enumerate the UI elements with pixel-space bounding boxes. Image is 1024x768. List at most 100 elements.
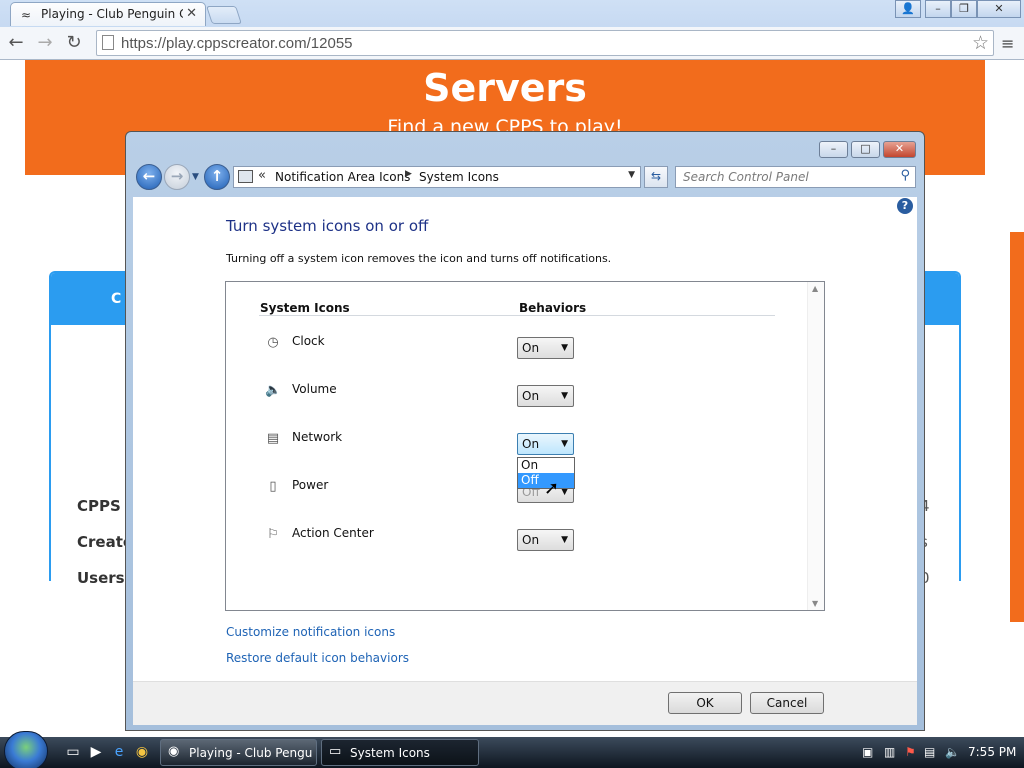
- chevron-down-icon: ▼: [561, 391, 568, 401]
- action-center-icon[interactable]: ⚑: [905, 745, 916, 759]
- header-divider: [259, 315, 775, 316]
- breadcrumb-notification-area-icons[interactable]: Notification Area Icons: [275, 170, 410, 184]
- restore-button[interactable]: ❐: [951, 0, 977, 18]
- forward-icon[interactable]: →: [34, 32, 56, 53]
- breadcrumb-system-icons[interactable]: System Icons: [419, 170, 499, 184]
- action-center-behavior-select[interactable]: On ▼: [517, 529, 574, 551]
- taskbar-button-system-icons[interactable]: ▭ System Icons: [321, 739, 479, 766]
- network-behavior-select[interactable]: On ▼: [517, 433, 574, 455]
- row-label-network: Network: [292, 430, 343, 444]
- battery-icon: ▯: [269, 479, 277, 494]
- chevron-down-icon: ▼: [561, 343, 568, 353]
- volume-behavior-select[interactable]: On ▼: [517, 385, 574, 407]
- flag-icon: ⚐: [267, 527, 279, 542]
- wifi-icon: ≈: [21, 8, 32, 22]
- internet-explorer-icon[interactable]: e: [110, 744, 128, 761]
- chrome-icon: ◉: [168, 744, 180, 759]
- info-label: Users: [77, 569, 125, 587]
- search-placeholder: Search Control Panel: [683, 170, 809, 184]
- select-value: On: [522, 389, 540, 403]
- control-panel-icon: [238, 170, 253, 183]
- taskbar-button-label: System Icons: [350, 746, 430, 760]
- back-icon[interactable]: ←: [136, 164, 162, 190]
- option-on[interactable]: On: [518, 458, 574, 473]
- chevron-down-icon: ▼: [561, 535, 568, 545]
- back-icon[interactable]: ←: [5, 32, 27, 53]
- address-bar[interactable]: « Notification Area Icons ▶ System Icons…: [233, 166, 641, 188]
- mouse-cursor-icon: ➚: [544, 478, 560, 499]
- network-icon: ▤: [266, 431, 280, 446]
- row-label-clock: Clock: [292, 334, 325, 348]
- ok-button[interactable]: OK: [668, 692, 742, 714]
- row-label-power: Power: [292, 478, 329, 492]
- side-accent-strip: [1010, 232, 1024, 622]
- system-icons-window: – □ ✕ ← → ▼ ↑ « Notification Area Icons …: [125, 131, 925, 731]
- dialog-footer: OK Cancel: [133, 681, 917, 725]
- page-icon: [102, 35, 114, 50]
- forward-icon[interactable]: →: [164, 164, 190, 190]
- menu-icon[interactable]: ≡: [1001, 34, 1014, 53]
- row-label-action-center: Action Center: [292, 526, 374, 540]
- system-icons-list: System Icons Behaviors ◷ Clock On ▼ 🔈 Vo…: [225, 281, 825, 611]
- maximize-button[interactable]: □: [851, 141, 880, 158]
- customize-notification-icons-link[interactable]: Customize notification icons: [226, 625, 395, 639]
- select-value: On: [522, 533, 540, 547]
- close-window-button[interactable]: ✕: [977, 0, 1021, 18]
- vertical-scrollbar[interactable]: ▲ ▼: [807, 282, 824, 610]
- column-header-behaviors: Behaviors: [519, 301, 587, 315]
- info-label: CPPS: [77, 497, 121, 515]
- minimize-button[interactable]: –: [925, 0, 951, 18]
- column-header-system-icons: System Icons: [260, 301, 350, 315]
- chevron-down-icon: ▼: [561, 439, 568, 449]
- chevron-down-icon[interactable]: ▼: [628, 170, 635, 180]
- tray-app-icon[interactable]: ▣: [862, 745, 873, 759]
- new-tab-button[interactable]: [206, 6, 242, 24]
- speaker-icon: 🔈: [265, 383, 282, 398]
- taskbar-button-label: Playing - Club Pengu...: [189, 746, 313, 760]
- chrome-icon[interactable]: ◉: [133, 744, 151, 761]
- clock[interactable]: 7:55 PM: [968, 745, 1016, 759]
- minimize-button[interactable]: –: [819, 141, 848, 158]
- address-bar[interactable]: https://play.cppscreator.com/12055 ☆: [96, 30, 994, 56]
- browser-toolbar: ← → ↻ https://play.cppscreator.com/12055…: [0, 27, 1024, 60]
- media-player-icon[interactable]: ▶: [87, 744, 105, 761]
- close-tab-icon[interactable]: ✕: [186, 6, 197, 21]
- select-value: On: [522, 341, 540, 355]
- select-value: On: [522, 437, 540, 451]
- clock-icon: ◷: [267, 335, 279, 350]
- close-button[interactable]: ✕: [883, 141, 916, 158]
- tray-network-icon[interactable]: ▥: [884, 745, 895, 759]
- refresh-button[interactable]: ⇆: [644, 166, 668, 188]
- taskbar-button-chrome[interactable]: ◉ Playing - Club Pengu...: [160, 739, 317, 766]
- scroll-up-icon[interactable]: ▲: [812, 284, 818, 293]
- network-icon[interactable]: ▤: [924, 745, 935, 759]
- content-area: ? Turn system icons on or off Turning of…: [133, 197, 917, 681]
- taskbar: ▭ ▶ e ◉ ◉ Playing - Club Pengu... ▭ Syst…: [0, 731, 1024, 768]
- url-text[interactable]: https://play.cppscreator.com/12055: [121, 35, 353, 52]
- user-profile-button[interactable]: 👤: [895, 0, 921, 18]
- show-desktop-icon[interactable]: ▭: [64, 744, 82, 761]
- start-button[interactable]: [4, 731, 48, 768]
- search-icon[interactable]: ⚲: [900, 168, 910, 183]
- control-panel-icon: ▭: [329, 744, 342, 759]
- page-title: Turn system icons on or off: [226, 217, 429, 235]
- page-description: Turning off a system icon removes the ic…: [226, 252, 612, 265]
- speaker-icon[interactable]: 🔈: [945, 745, 960, 759]
- tab-title: Playing - Club Penguin Cl: [41, 7, 183, 21]
- clock-behavior-select[interactable]: On ▼: [517, 337, 574, 359]
- search-input[interactable]: Search Control Panel ⚲: [675, 166, 916, 188]
- bookmark-star-icon[interactable]: ☆: [972, 32, 989, 54]
- browser-tab[interactable]: ≈ Playing - Club Penguin Cl ✕: [10, 2, 206, 26]
- banner-title: Servers: [423, 66, 587, 110]
- scroll-down-icon[interactable]: ▼: [812, 599, 818, 608]
- breadcrumb-overflow[interactable]: «: [258, 168, 266, 183]
- cancel-button[interactable]: Cancel: [750, 692, 824, 714]
- reload-icon[interactable]: ↻: [63, 32, 85, 53]
- restore-default-behaviors-link[interactable]: Restore default icon behaviors: [226, 651, 409, 665]
- help-icon[interactable]: ?: [897, 198, 913, 214]
- up-icon[interactable]: ↑: [204, 164, 230, 190]
- recent-pages-icon[interactable]: ▼: [192, 172, 199, 182]
- card-header-text: C: [111, 291, 122, 307]
- row-label-volume: Volume: [292, 382, 337, 396]
- chevron-right-icon[interactable]: ▶: [405, 169, 412, 179]
